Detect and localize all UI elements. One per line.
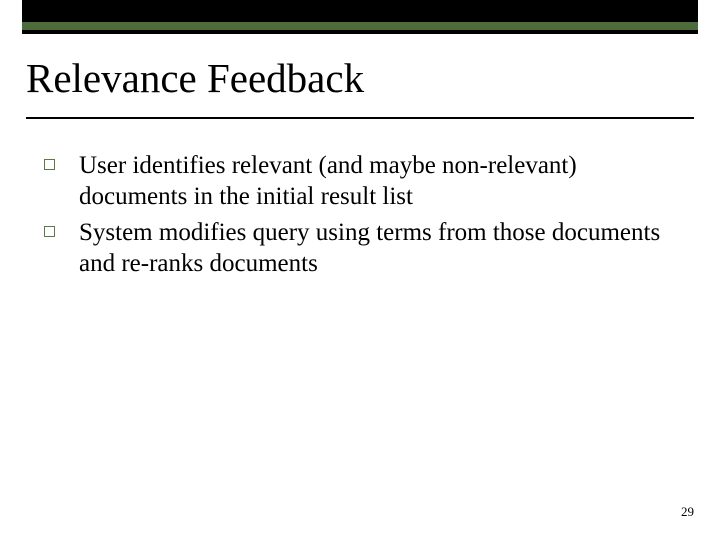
slide-title: Relevance Feedback (26, 56, 694, 115)
bullet-list: User identifies relevant (and maybe non-… (42, 150, 678, 279)
square-bullet-icon (44, 159, 55, 170)
list-item: User identifies relevant (and maybe non-… (42, 150, 678, 213)
slide: Relevance Feedback User identifies relev… (0, 0, 720, 540)
list-item: System modifies query using terms from t… (42, 217, 678, 280)
bullet-text: User identifies relevant (and maybe non-… (79, 150, 678, 213)
page-number: 29 (681, 504, 694, 520)
title-area: Relevance Feedback (26, 56, 694, 119)
square-bullet-icon (44, 226, 55, 237)
bullet-text: System modifies query using terms from t… (79, 217, 678, 280)
decorative-top-band (22, 0, 698, 34)
content-area: User identifies relevant (and maybe non-… (42, 150, 678, 283)
title-underline (26, 117, 694, 119)
